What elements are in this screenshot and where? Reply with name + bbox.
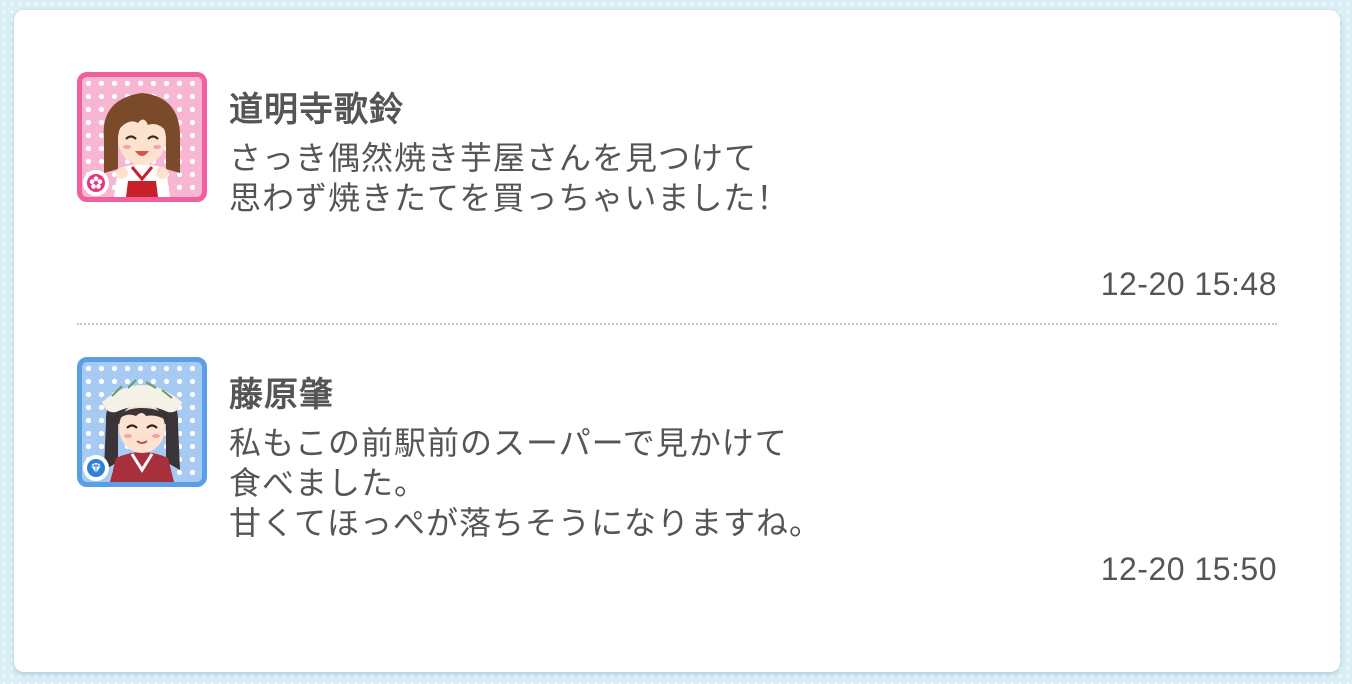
message-card: 道明寺歌鈴 さっき偶然焼き芋屋さんを見つけて 思わず焼きたてを買っちゃいました！…	[14, 10, 1340, 672]
message-line: さっき偶然焼き芋屋さんを見つけて	[229, 139, 758, 177]
flower-icon	[87, 174, 105, 192]
message-text: さっき偶然焼き芋屋さんを見つけて 思わず焼きたてを買っちゃいました！	[229, 138, 789, 218]
timestamp: 12-20 15:48	[1100, 266, 1277, 302]
character-avatar[interactable]	[77, 72, 207, 202]
sender-name: 藤原肇	[229, 375, 334, 415]
character-avatar[interactable]	[77, 357, 207, 487]
badge	[83, 455, 109, 481]
message-item: 藤原肇 私もこの前駅前のスーパーで見かけて 食べました。 甘くてほっぺが落ちそう…	[77, 357, 1277, 597]
message-line: 思わず焼きたてを買っちゃいました！	[229, 179, 790, 217]
message-line: 私もこの前駅前のスーパーで見かけて	[229, 424, 788, 462]
diamond-icon	[87, 459, 105, 477]
sender-name: 道明寺歌鈴	[229, 90, 404, 130]
message-line: 食べました。	[229, 464, 428, 502]
message-line: 甘くてほっぺが落ちそうになりますね。	[229, 504, 823, 542]
message-text: 私もこの前駅前のスーパーで見かけて 食べました。 甘くてほっぺが落ちそうになりま…	[229, 423, 822, 543]
message-item: 道明寺歌鈴 さっき偶然焼き芋屋さんを見つけて 思わず焼きたてを買っちゃいました！…	[77, 72, 1277, 312]
divider	[77, 323, 1277, 325]
timestamp: 12-20 15:50	[1100, 551, 1277, 587]
badge	[83, 170, 109, 196]
